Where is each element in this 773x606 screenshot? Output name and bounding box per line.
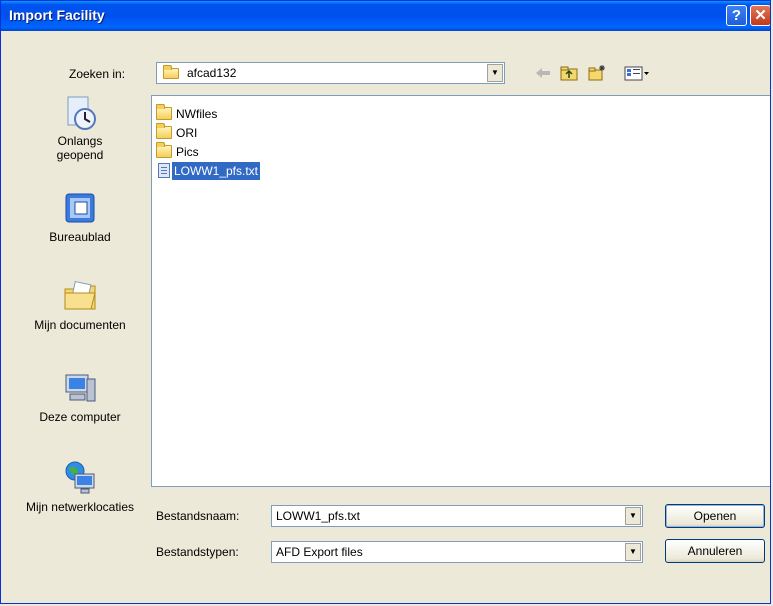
- look-in-dropdown[interactable]: afcad132 ▼: [156, 62, 505, 84]
- back-arrow-icon[interactable]: [533, 64, 553, 82]
- places-desktop[interactable]: Bureaublad: [19, 189, 141, 244]
- window-title: Import Facility: [9, 7, 105, 23]
- cancel-button[interactable]: Annuleren: [665, 539, 765, 563]
- text-file-icon: [158, 163, 170, 179]
- chevron-down-icon[interactable]: ▼: [625, 507, 641, 525]
- places-my-computer[interactable]: Deze computer: [19, 369, 141, 424]
- places-desktop-label: Bureaublad: [49, 230, 111, 244]
- filename-value: LOWW1_pfs.txt: [276, 509, 361, 523]
- places-network[interactable]: Mijn netwerklocaties: [19, 459, 141, 514]
- filename-label: Bestandsnaam:: [156, 509, 240, 523]
- up-folder-icon[interactable]: [559, 64, 579, 82]
- folder-icon: [156, 104, 172, 121]
- look-in-label: Zoeken in:: [69, 67, 126, 81]
- list-item-selected[interactable]: LOWW1_pfs.txt: [158, 160, 262, 181]
- help-button[interactable]: ?: [726, 5, 747, 26]
- filename-input[interactable]: LOWW1_pfs.txt ▼: [271, 505, 643, 527]
- list-item[interactable]: ORI: [156, 123, 199, 141]
- places-recent[interactable]: Onlangs geopend: [19, 93, 141, 162]
- my-documents-icon: [64, 280, 96, 310]
- list-item[interactable]: NWfiles: [156, 104, 219, 122]
- import-facility-dialog: Import Facility ? ✕ Zoeken in: afcad132 …: [0, 0, 771, 604]
- filetype-dropdown[interactable]: AFD Export files ▼: [271, 541, 643, 563]
- places-my-documents-label: Mijn documenten: [34, 318, 126, 332]
- filetype-value: AFD Export files: [276, 545, 363, 559]
- list-item[interactable]: Pics: [156, 142, 201, 160]
- chevron-down-icon[interactable]: ▼: [625, 543, 641, 561]
- close-button[interactable]: ✕: [750, 5, 770, 26]
- file-list[interactable]: NWfiles ORI Pics LOWW1_pfs.txt: [151, 95, 770, 487]
- new-folder-icon[interactable]: [587, 64, 607, 82]
- chevron-down-icon[interactable]: ▼: [487, 64, 503, 82]
- open-button[interactable]: Openen: [665, 504, 765, 528]
- places-recent-label: Onlangs geopend: [56, 134, 104, 162]
- places-bar: Onlangs geopend Bureaublad Mijn document…: [19, 93, 141, 553]
- recent-documents-icon: [67, 96, 96, 130]
- desktop-icon: [65, 193, 95, 223]
- my-computer-icon: [65, 374, 96, 402]
- look-in-value: afcad132: [187, 66, 237, 80]
- places-my-computer-label: Deze computer: [39, 410, 121, 424]
- folder-icon: [156, 142, 172, 159]
- title-bar[interactable]: Import Facility ? ✕: [1, 1, 770, 31]
- folder-icon: [163, 65, 179, 79]
- filetype-label: Bestandstypen:: [156, 545, 239, 559]
- close-icon: ✕: [754, 7, 767, 24]
- places-my-documents[interactable]: Mijn documenten: [19, 277, 141, 332]
- places-network-label: Mijn netwerklocaties: [25, 500, 135, 514]
- folder-icon: [156, 123, 172, 140]
- network-places-icon: [65, 461, 95, 494]
- help-icon: ?: [731, 7, 742, 24]
- views-menu-icon[interactable]: [623, 64, 651, 82]
